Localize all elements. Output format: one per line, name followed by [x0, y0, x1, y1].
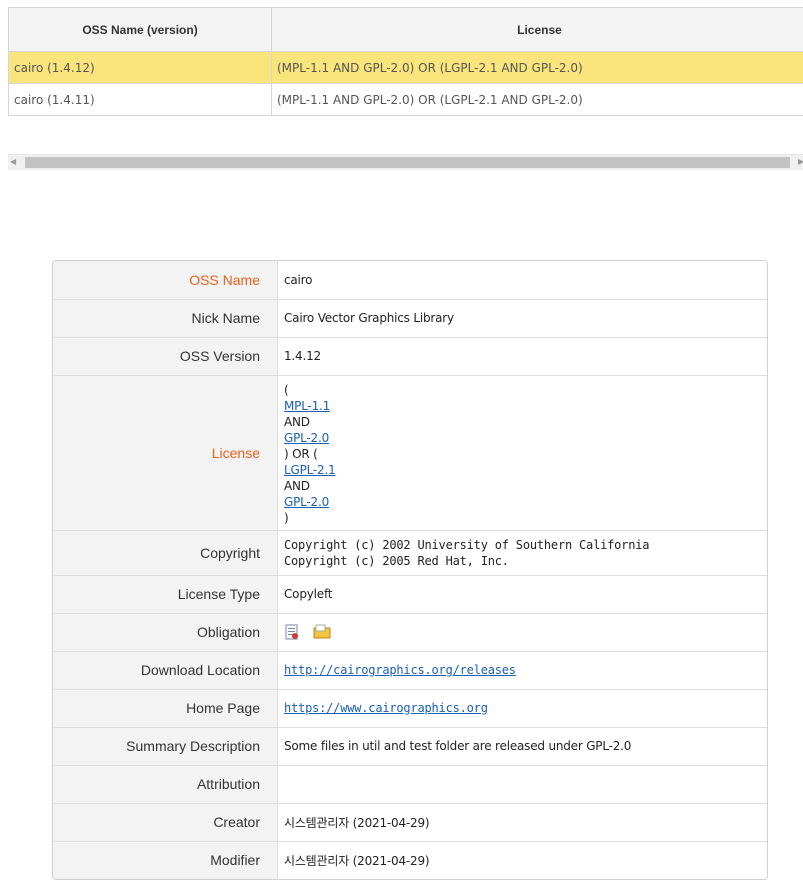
- oss-detail-panel: OSS Name cairo Nick Name Cairo Vector Gr…: [52, 260, 768, 880]
- summary-description-label: Summary Description: [53, 727, 278, 766]
- modifier-value: 시스템관리자 (2021-04-29): [284, 853, 430, 868]
- oss-version-label: OSS Version: [53, 337, 278, 376]
- summary-description-value: Some files in util and test folder are r…: [277, 727, 767, 766]
- list-header-row: OSS Name (version) License: [8, 7, 803, 52]
- detail-row-creator: Creator 시스템관리자 (2021-04-29): [53, 803, 767, 842]
- table-row[interactable]: cairo (1.4.12) (MPL-1.1 AND GPL-2.0) OR …: [8, 51, 803, 84]
- detail-row-obligation: Obligation: [53, 613, 767, 652]
- home-page-value: https://www.cairographics.org: [277, 689, 767, 728]
- notice-document-icon[interactable]: [284, 624, 300, 640]
- detail-row-oss-version: OSS Version 1.4.12: [53, 337, 767, 376]
- oss-name-label: OSS Name: [53, 261, 278, 300]
- detail-row-attribution: Attribution: [53, 765, 767, 804]
- oss-version-value: 1.4.12: [277, 337, 767, 376]
- detail-row-home-page: Home Page https://www.cairographics.org: [53, 689, 767, 728]
- attribution-value: [277, 765, 767, 804]
- detail-row-download-location: Download Location http://cairographics.o…: [53, 651, 767, 690]
- column-header-oss-name[interactable]: OSS Name (version): [8, 7, 272, 52]
- license-open-paren: (: [284, 382, 289, 397]
- detail-row-oss-name: OSS Name cairo: [53, 261, 767, 300]
- obligation-value: [277, 613, 767, 652]
- oss-name-cell[interactable]: cairo (1.4.11): [8, 83, 272, 116]
- scroll-right-icon[interactable]: ▶: [798, 158, 803, 166]
- source-folder-icon[interactable]: [313, 624, 331, 640]
- scroll-left-icon[interactable]: ◀: [10, 158, 18, 166]
- oss-list-table: OSS Name (version) License cairo (1.4.12…: [8, 7, 803, 116]
- home-page-link[interactable]: https://www.cairographics.org: [284, 701, 488, 715]
- license-link-gpl[interactable]: GPL-2.0: [284, 431, 329, 445]
- scrollbar-thumb[interactable]: [25, 157, 790, 168]
- license-cell[interactable]: (MPL-1.1 AND GPL-2.0) OR (LGPL-2.1 AND G…: [271, 83, 803, 116]
- creator-label: Creator: [53, 803, 278, 842]
- license-type-label: License Type: [53, 575, 278, 614]
- license-operator-and: AND: [284, 414, 310, 429]
- creator-value: 시스템관리자 (2021-04-29): [277, 803, 767, 842]
- license-close-paren: ): [284, 510, 289, 525]
- detail-row-modifier: Modifier 시스템관리자 (2021-04-29): [53, 841, 767, 879]
- nick-name-label: Nick Name: [53, 299, 278, 338]
- nick-name-value: Cairo Vector Graphics Library: [277, 299, 767, 338]
- license-label: License: [53, 375, 278, 531]
- detail-row-nick-name: Nick Name Cairo Vector Graphics Library: [53, 299, 767, 338]
- detail-row-license-type: License Type Copyleft: [53, 575, 767, 614]
- copyright-line: Copyright (c) 2002 University of Souther…: [284, 537, 650, 552]
- attribution-label: Attribution: [53, 765, 278, 804]
- obligation-label: Obligation: [53, 613, 278, 652]
- home-page-label: Home Page: [53, 689, 278, 728]
- column-header-license[interactable]: License: [271, 7, 803, 52]
- detail-row-copyright: Copyright Copyright (c) 2002 University …: [53, 530, 767, 576]
- copyright-line: Copyright (c) 2005 Red Hat, Inc.: [284, 553, 509, 568]
- detail-row-license: License ( MPL-1.1 AND GPL-2.0 ) OR ( LGP…: [53, 375, 767, 531]
- license-type-value: Copyleft: [277, 575, 767, 614]
- oss-name-cell[interactable]: cairo (1.4.12): [8, 51, 272, 84]
- modifier-label: Modifier: [53, 841, 278, 879]
- horizontal-scrollbar[interactable]: ◀ ▶: [8, 154, 803, 170]
- copyright-label: Copyright: [53, 530, 278, 576]
- download-location-link[interactable]: http://cairographics.org/releases: [284, 663, 516, 677]
- license-link-gpl[interactable]: GPL-2.0: [284, 495, 329, 509]
- license-link-lgpl[interactable]: LGPL-2.1: [284, 463, 336, 477]
- download-location-value: http://cairographics.org/releases: [277, 651, 767, 690]
- license-operator-and: AND: [284, 478, 310, 493]
- table-row[interactable]: cairo (1.4.11) (MPL-1.1 AND GPL-2.0) OR …: [8, 83, 803, 116]
- license-cell[interactable]: (MPL-1.1 AND GPL-2.0) OR (LGPL-2.1 AND G…: [271, 51, 803, 84]
- copyright-value: Copyright (c) 2002 University of Souther…: [277, 530, 767, 576]
- detail-row-summary-description: Summary Description Some files in util a…: [53, 727, 767, 766]
- download-location-label: Download Location: [53, 651, 278, 690]
- license-link-mpl[interactable]: MPL-1.1: [284, 399, 330, 413]
- license-operator-or: ) OR (: [284, 446, 318, 461]
- oss-name-value: cairo: [277, 261, 767, 300]
- license-value: ( MPL-1.1 AND GPL-2.0 ) OR ( LGPL-2.1 AN…: [277, 375, 767, 531]
